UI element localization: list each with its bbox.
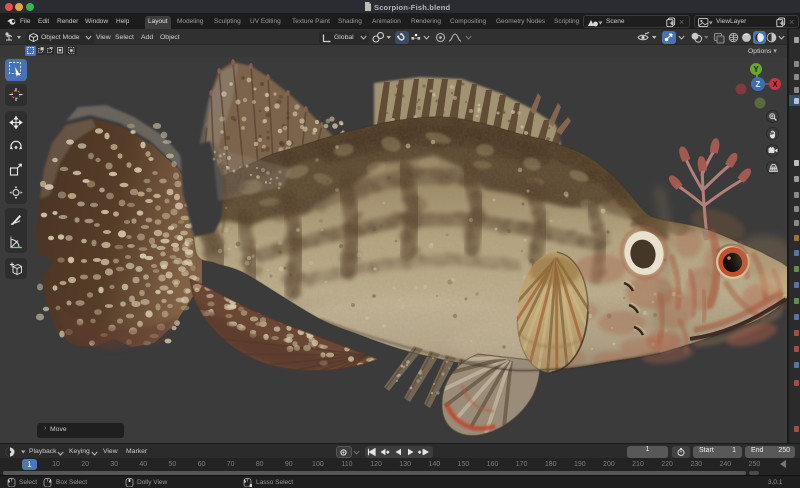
svg-text:Z: Z <box>756 80 761 89</box>
svg-text:Y: Y <box>753 65 759 74</box>
svg-text:X: X <box>772 80 778 89</box>
